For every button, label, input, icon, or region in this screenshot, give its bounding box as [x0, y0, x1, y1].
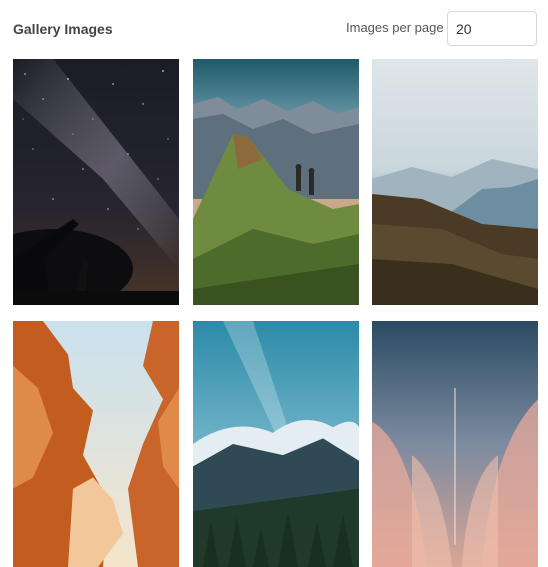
gallery-image-slot-canyon[interactable] — [13, 321, 179, 567]
gallery-image-cloudy-mountain[interactable] — [193, 321, 359, 567]
gallery-image-pink-clouds[interactable] — [372, 321, 538, 567]
gallery-image-forest-hills[interactable] — [372, 59, 538, 305]
gallery-image-milky-way[interactable] — [13, 59, 179, 305]
images-per-page-label: Images per page — [346, 20, 444, 35]
gallery-image-mountain-hikers[interactable] — [193, 59, 359, 305]
page-title: Gallery Images — [13, 21, 113, 37]
gallery-header: Gallery Images Images per page — [0, 0, 548, 58]
images-per-page-input[interactable] — [447, 11, 537, 46]
